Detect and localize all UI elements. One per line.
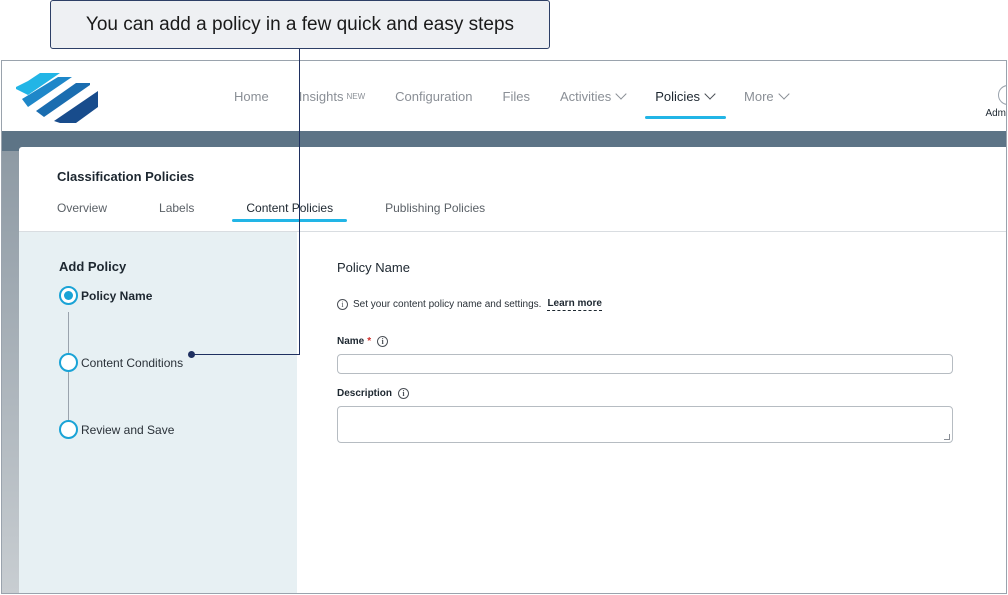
nav-insights[interactable]: Insights NEW [299,61,365,131]
nav-files[interactable]: Files [503,61,530,131]
policy-tabs: Overview Labels Content Policies Publish… [57,201,537,222]
resize-grip-icon[interactable] [944,434,950,440]
callout-text: You can add a policy in a few quick and … [85,13,515,35]
wizard-panel: Add Policy Policy Name Content Condition… [19,232,297,593]
info-icon[interactable]: i [377,336,389,347]
chevron-down-icon [704,88,716,100]
tab-overview-label: Overview [57,201,108,215]
nav-home-label: Home [234,88,269,104]
step-connector [68,312,69,432]
nav-configuration[interactable]: Configuration [395,61,472,131]
wizard-title: Add Policy [59,259,127,274]
info-icon: i [337,299,348,310]
tab-labels-label: Labels [159,201,195,215]
callout-leader-dot [188,351,195,358]
description-textarea[interactable] [337,406,953,443]
stage: You can add a policy in a few quick and … [0,0,1008,595]
nav-configuration-label: Configuration [395,88,473,104]
info-icon[interactable]: i [398,388,410,399]
form-info: i Set your content policy name and setti… [337,298,602,311]
form-info-text: Set your content policy name and setting… [353,299,542,310]
name-input[interactable] [337,354,953,374]
nav-more[interactable]: More [744,61,790,131]
nav-active-indicator [645,116,727,119]
policy-form: Policy Name i Set your content policy na… [337,232,967,592]
step-review-and-save[interactable]: Review and Save [59,420,174,439]
tab-overview[interactable]: Overview [57,201,107,215]
left-trim [2,151,19,593]
nav-policies-label: Policies [655,88,701,104]
description-field-label: Description i [337,388,410,399]
nav-home[interactable]: Home [234,61,269,131]
description-label-text: Description [337,388,393,399]
user-avatar[interactable] [998,85,1006,105]
learn-more-link[interactable]: Learn more [547,298,602,311]
page-title: Classification Policies [57,169,195,184]
tab-labels[interactable]: Labels [159,201,194,215]
chevron-down-icon [615,88,627,100]
nav-policies[interactable]: Policies [645,61,727,131]
top-nav-bar: Home Insights NEW Configuration Files Ac… [2,61,1006,131]
form-title: Policy Name [337,260,410,275]
tab-content-policies[interactable]: Content Policies [232,201,348,222]
new-badge: NEW [346,91,366,101]
content-card: Classification Policies Overview Labels … [19,147,1006,593]
user-name[interactable]: Adm [985,108,1006,119]
tab-publishing-policies[interactable]: Publishing Policies [385,201,485,215]
step-pending-icon [59,353,78,372]
callout-leader-horizontal [192,354,300,355]
step-policy-name[interactable]: Policy Name [59,286,152,305]
nav-more-label: More [744,88,774,104]
name-label-text: Name [337,336,365,347]
brand-logo[interactable] [14,69,100,127]
callout-leader-vertical [299,49,300,354]
step-pending-icon [59,420,78,439]
tab-active-indicator [232,219,348,222]
step-current-icon [59,286,78,305]
step-content-conditions[interactable]: Content Conditions [59,353,183,372]
callout-box: You can add a policy in a few quick and … [50,0,550,49]
step-content-conditions-label: Content Conditions [81,355,184,370]
nav-activities[interactable]: Activities [559,61,627,131]
step-policy-name-label: Policy Name [81,288,153,303]
step-review-and-save-label: Review and Save [81,422,175,437]
nav-activities-label: Activities [559,88,612,104]
app-window: Home Insights NEW Configuration Files Ac… [1,60,1007,594]
nav-insights-label: Insights [298,88,344,104]
tab-content-policies-label: Content Policies [246,201,334,215]
tab-publishing-policies-label: Publishing Policies [385,201,486,215]
required-mark: * [367,336,372,347]
main-nav: Home Insights NEW Configuration Files Ac… [234,61,818,131]
name-field-label: Name * i [337,336,389,347]
nav-files-label: Files [502,88,530,104]
chevron-down-icon [778,88,790,100]
